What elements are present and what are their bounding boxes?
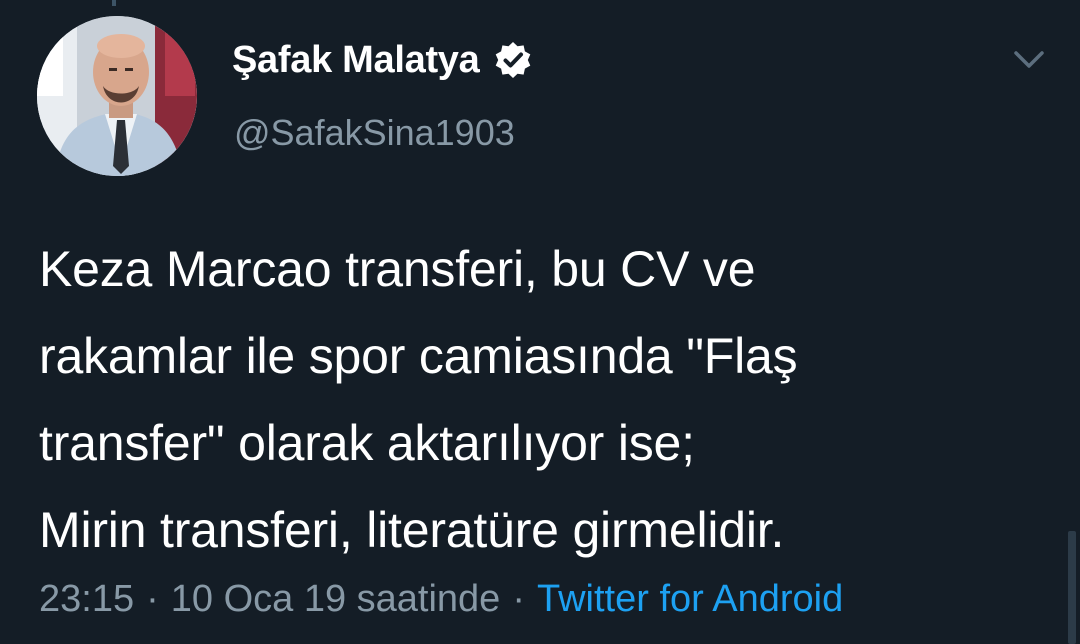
tweet-text-line: Mirin transferi, literatüre girmelidir.: [39, 502, 785, 558]
verified-badge-icon: [493, 40, 533, 80]
chevron-down-icon[interactable]: [1012, 44, 1046, 74]
display-name[interactable]: Şafak Malatya: [232, 37, 480, 83]
tweet-source-link[interactable]: Twitter for Android: [537, 578, 843, 621]
tweet-date[interactable]: 10 Oca 19 saatinde: [171, 578, 501, 621]
tweet-text-line: transfer" olarak aktarılıyor ise;: [39, 415, 695, 471]
meta-separator: ·: [146, 577, 159, 620]
meta-separator: ·: [512, 577, 525, 620]
tweet-time[interactable]: 23:15: [39, 578, 134, 621]
author-name-row[interactable]: Şafak Malatya: [232, 37, 533, 83]
avatar-image: [37, 16, 197, 176]
tweet-metadata: 23:15 · 10 Oca 19 saatinde · Twitter for…: [39, 571, 843, 627]
thread-connector: [112, 0, 116, 6]
tweet-text-line: rakamlar ile spor camiasında "Flaş: [39, 328, 798, 384]
tweet-text: Keza Marcao transferi, bu CV ve rakamlar…: [39, 226, 1059, 574]
avatar[interactable]: [37, 16, 197, 176]
tweet-text-line: Keza Marcao transferi, bu CV ve: [39, 241, 756, 297]
user-handle[interactable]: @SafakSina1903: [234, 110, 515, 156]
scrollbar-thumb[interactable]: [1068, 531, 1076, 644]
tweet-detail: Şafak Malatya @SafakSina1903 Keza Marcao…: [0, 0, 1080, 644]
